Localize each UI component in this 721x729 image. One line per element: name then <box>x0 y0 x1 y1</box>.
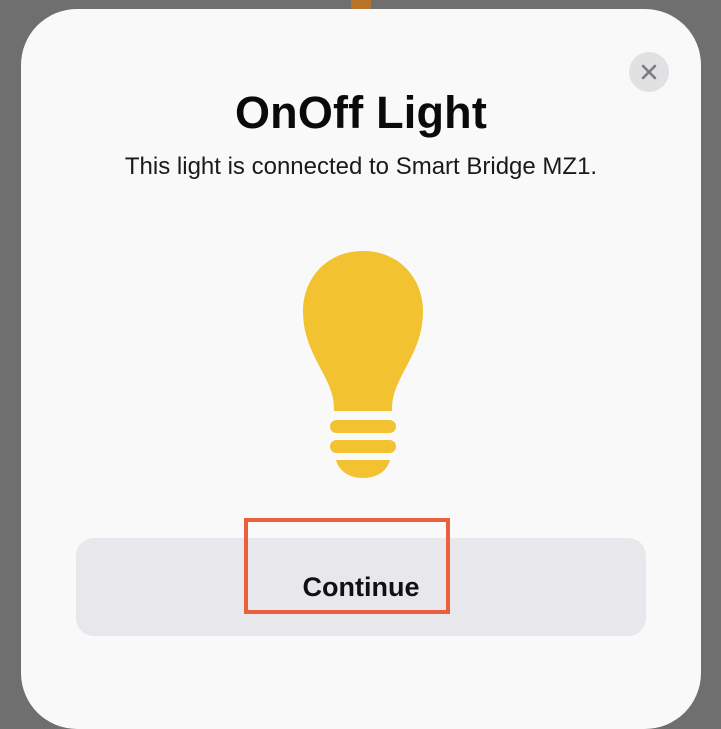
close-button[interactable] <box>629 52 669 92</box>
accessory-title: OnOff Light <box>234 87 488 138</box>
continue-label: Continue <box>302 571 420 602</box>
accessory-subtitle: This light is connected to Smart Bridge … <box>124 153 598 180</box>
continue-button[interactable]: Continue <box>76 538 646 636</box>
accessory-setup-sheet: OnOff Light This light is connected to S… <box>21 9 701 729</box>
lightbulb-icon <box>301 249 425 479</box>
close-icon <box>641 64 657 80</box>
